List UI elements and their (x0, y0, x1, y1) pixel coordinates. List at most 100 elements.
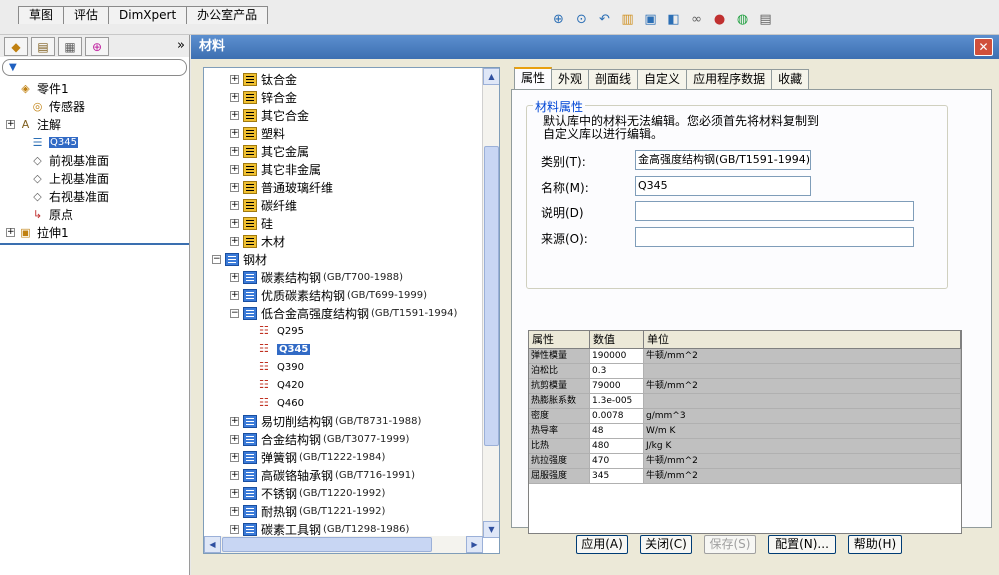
configuration-manager-tab-icon[interactable]: ▦ (58, 37, 82, 56)
material-folder[interactable]: + 锌合金 (204, 88, 482, 106)
table-row[interactable]: 热导率 48 W/m K (529, 424, 961, 439)
vertical-scrollbar[interactable]: ▲ ▼ (482, 68, 499, 538)
scroll-up-icon[interactable]: ▲ (483, 68, 499, 85)
filter-field[interactable]: ▼ (2, 59, 187, 76)
material-folder[interactable]: + 易切削结构钢 (GB/T8731-1988) (204, 412, 482, 430)
scroll-left-icon[interactable]: ◀ (204, 536, 221, 553)
expand-icon[interactable]: + (230, 416, 239, 426)
section-view-icon[interactable]: ▥ (618, 10, 637, 28)
feature-tree-item[interactable]: ◈ 零件1 (0, 79, 189, 97)
feature-tree-item[interactable]: ☰ Q345 (0, 133, 189, 151)
table-row[interactable]: 抗拉强度 470 牛顿/mm^2 (529, 454, 961, 469)
material-item[interactable]: ☷ Q390 (204, 358, 482, 376)
tab-favorites[interactable]: 收藏 (771, 69, 810, 89)
zoom-to-fit-icon[interactable]: ⊕ (549, 10, 568, 28)
feature-tree-item[interactable]: ◇ 右视基准面 (0, 187, 189, 205)
horizontal-scroll-thumb[interactable] (222, 537, 432, 552)
expand-icon[interactable]: + (230, 128, 239, 138)
name-field[interactable]: Q345 (635, 176, 811, 196)
edit-appearance-icon[interactable]: ● (710, 10, 729, 28)
property-value-cell[interactable]: 79000 (590, 379, 644, 394)
property-value-cell[interactable]: 190000 (590, 349, 644, 364)
material-folder[interactable]: + 碳纤维 (204, 196, 482, 214)
expand-icon[interactable]: + (230, 506, 239, 516)
scroll-right-icon[interactable]: ▶ (466, 536, 483, 553)
tab-properties[interactable]: 属性 (514, 67, 553, 89)
feature-tree-item[interactable]: + A 注解 (0, 115, 189, 133)
material-item[interactable]: ☷ Q420 (204, 376, 482, 394)
horizontal-scrollbar[interactable]: ◀ ▶ (204, 536, 483, 553)
material-folder[interactable]: + 优质碳素结构钢 (GB/T699-1999) (204, 286, 482, 304)
rollback-bar[interactable] (0, 243, 189, 245)
expand-icon[interactable]: + (230, 164, 239, 174)
tab-application-data[interactable]: 应用程序数据 (686, 69, 773, 89)
feature-tree-item[interactable]: ◇ 前视基准面 (0, 151, 189, 169)
feature-tree-item[interactable]: ◇ 上视基准面 (0, 169, 189, 187)
more-tabs-button[interactable]: » (177, 37, 185, 55)
close-icon[interactable]: ✕ (974, 38, 993, 56)
expand-icon[interactable]: + (230, 290, 239, 300)
tab-dimxpert[interactable]: DimXpert (108, 6, 188, 24)
feature-tree-item[interactable]: ↳ 原点 (0, 205, 189, 223)
zoom-to-area-icon[interactable]: ⊙ (572, 10, 591, 28)
table-row[interactable]: 抗剪模量 79000 牛顿/mm^2 (529, 379, 961, 394)
description-field[interactable] (635, 201, 914, 221)
view-settings-icon[interactable]: ▤ (756, 10, 775, 28)
tab-crosshatch[interactable]: 剖面线 (588, 69, 639, 89)
vertical-scroll-thumb[interactable] (484, 146, 499, 446)
expand-icon[interactable]: + (230, 434, 239, 444)
material-folder[interactable]: + 弹簧钢 (GB/T1222-1984) (204, 448, 482, 466)
material-folder[interactable]: − 低合金高强度结构钢 (GB/T1591-1994) (204, 304, 482, 322)
property-value-cell[interactable]: 1.3e-005 (590, 394, 644, 409)
tab-evaluate[interactable]: 评估 (63, 6, 110, 24)
expand-icon[interactable]: + (230, 74, 239, 84)
previous-view-icon[interactable]: ↶ (595, 10, 614, 28)
property-value-cell[interactable]: 0.3 (590, 364, 644, 379)
expand-icon[interactable]: + (230, 200, 239, 210)
material-folder[interactable]: + 其它金属 (204, 142, 482, 160)
tab-sketch[interactable]: 草图 (18, 6, 65, 24)
expand-icon[interactable]: + (6, 119, 15, 129)
material-folder[interactable]: + 耐热钢 (GB/T1221-1992) (204, 502, 482, 520)
material-folder[interactable]: − 钢材 (204, 250, 482, 268)
view-orientation-icon[interactable]: ▣ (641, 10, 660, 28)
collapse-icon[interactable]: − (230, 308, 239, 318)
display-style-icon[interactable]: ◧ (664, 10, 683, 28)
material-folder[interactable]: + 其它非金属 (204, 160, 482, 178)
table-row[interactable]: 泊松比 0.3 (529, 364, 961, 379)
table-row[interactable]: 比热 480 J/kg K (529, 439, 961, 454)
collapse-icon[interactable]: − (212, 254, 221, 264)
expand-icon[interactable]: + (230, 236, 239, 246)
configure-button[interactable]: 配置(N)... (768, 535, 836, 554)
hide-show-items-icon[interactable]: ∞ (687, 10, 706, 28)
material-folder[interactable]: + 普通玻璃纤维 (204, 178, 482, 196)
property-manager-tab-icon[interactable]: ▤ (31, 37, 55, 56)
tab-office-products[interactable]: 办公室产品 (186, 6, 269, 24)
material-folder[interactable]: + 其它合金 (204, 106, 482, 124)
close-button[interactable]: 关闭(C) (640, 535, 692, 554)
expand-icon[interactable]: + (230, 470, 239, 480)
column-header-unit[interactable]: 单位 (644, 331, 961, 348)
table-row[interactable]: 热膨胀系数 1.3e-005 (529, 394, 961, 409)
expand-icon[interactable]: + (230, 488, 239, 498)
property-value-cell[interactable]: 0.0078 (590, 409, 644, 424)
material-item[interactable]: ☷ Q345 (204, 340, 482, 358)
feature-tree-tab-icon[interactable]: ◆ (4, 37, 28, 56)
help-button[interactable]: 帮助(H) (848, 535, 902, 554)
expand-icon[interactable]: + (230, 272, 239, 282)
expand-icon[interactable]: + (230, 452, 239, 462)
expand-icon[interactable]: + (230, 524, 239, 534)
expand-icon[interactable]: + (230, 110, 239, 120)
column-header-property[interactable]: 属性 (529, 331, 590, 348)
expand-icon[interactable]: + (230, 218, 239, 228)
save-button[interactable]: 保存(S) (704, 535, 756, 554)
expand-icon[interactable]: + (230, 182, 239, 192)
property-value-cell[interactable]: 470 (590, 454, 644, 469)
dimxpert-manager-tab-icon[interactable]: ⊕ (85, 37, 109, 56)
property-value-cell[interactable]: 480 (590, 439, 644, 454)
material-folder[interactable]: + 碳素结构钢 (GB/T700-1988) (204, 268, 482, 286)
tab-custom[interactable]: 自定义 (637, 69, 688, 89)
material-folder[interactable]: + 硅 (204, 214, 482, 232)
tab-appearance[interactable]: 外观 (551, 69, 590, 89)
expand-icon[interactable]: + (230, 92, 239, 102)
